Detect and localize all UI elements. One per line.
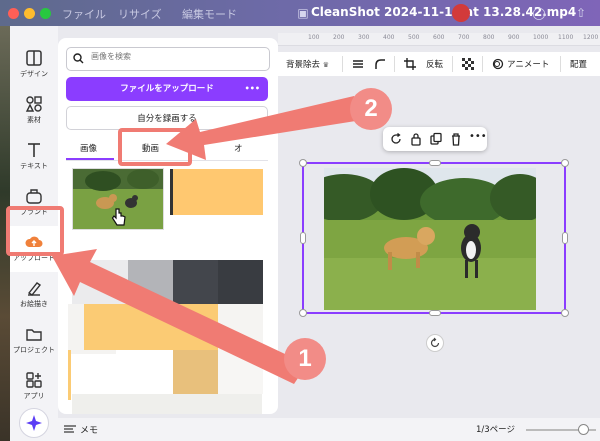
step-badge-2: 2 [350,88,392,130]
highlight-video-tab [118,128,192,166]
highlight-upload-nav [6,206,64,256]
arrow-2 [166,96,362,160]
arrow-1 [52,249,302,384]
step-badge-1: 1 [284,338,326,380]
